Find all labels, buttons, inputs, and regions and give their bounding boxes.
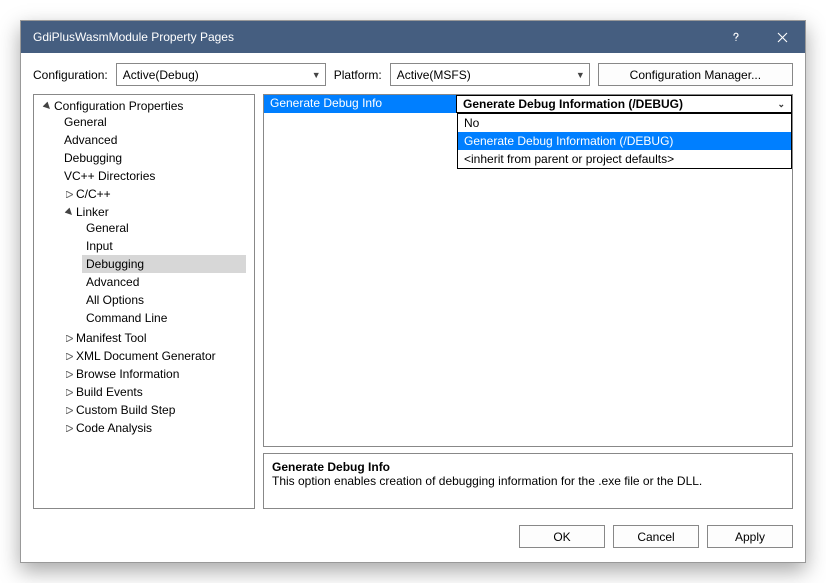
body: Configuration Properties General Advance… <box>21 94 805 517</box>
property-name: Generate Debug Info <box>264 95 456 113</box>
dialog-footer: OK Cancel Apply <box>21 517 805 562</box>
tree-root[interactable]: Configuration Properties General Advance… <box>38 97 254 439</box>
config-row: Configuration: Active(Debug) ▼ Platform:… <box>21 53 805 94</box>
property-pages-window: GdiPlusWasmModule Property Pages Configu… <box>20 20 806 563</box>
cancel-button[interactable]: Cancel <box>613 525 699 548</box>
description-text: This option enables creation of debuggin… <box>272 474 784 488</box>
property-row[interactable]: Generate Debug Info Generate Debug Infor… <box>264 95 792 113</box>
triangle-closed-icon <box>64 349 74 363</box>
configuration-manager-button[interactable]: Configuration Manager... <box>598 63 793 86</box>
property-value-dropdown[interactable]: No Generate Debug Information (/DEBUG) <… <box>457 113 792 169</box>
configuration-combo[interactable]: Active(Debug) ▼ <box>116 63 326 86</box>
nav-tree[interactable]: Configuration Properties General Advance… <box>33 94 255 509</box>
description-title: Generate Debug Info <box>272 460 784 474</box>
tree-item-codeanalysis[interactable]: Code Analysis <box>60 419 250 437</box>
triangle-closed-icon <box>64 385 74 399</box>
tree-item-linker-general[interactable]: General <box>82 219 246 237</box>
platform-value: Active(MSFS) <box>397 68 572 82</box>
property-value: Generate Debug Information (/DEBUG) <box>463 97 683 111</box>
ok-button[interactable]: OK <box>519 525 605 548</box>
chevron-down-icon: ⌄ <box>777 99 785 110</box>
configuration-value: Active(Debug) <box>123 68 308 82</box>
dropdown-option-no[interactable]: No <box>458 114 791 132</box>
triangle-closed-icon <box>64 403 74 417</box>
tree-item-debugging[interactable]: Debugging <box>60 149 250 167</box>
dropdown-option-inherit[interactable]: <inherit from parent or project defaults… <box>458 150 791 168</box>
triangle-closed-icon <box>64 187 74 201</box>
description-panel: Generate Debug Info This option enables … <box>263 453 793 509</box>
tree-item-linker-debugging[interactable]: Debugging <box>82 255 246 273</box>
platform-label: Platform: <box>334 68 382 82</box>
triangle-closed-icon <box>64 421 74 435</box>
dropdown-option-debug[interactable]: Generate Debug Information (/DEBUG) <box>458 132 791 150</box>
help-button[interactable] <box>713 21 759 53</box>
configuration-label: Configuration: <box>33 68 108 82</box>
tree-item-general[interactable]: General <box>60 113 250 131</box>
close-button[interactable] <box>759 21 805 53</box>
tree-item-browseinfo[interactable]: Browse Information <box>60 365 250 383</box>
apply-button[interactable]: Apply <box>707 525 793 548</box>
chevron-down-icon: ▼ <box>312 70 321 80</box>
tree-item-linker-cmdline[interactable]: Command Line <box>82 309 246 327</box>
tree-item-linker-alloptions[interactable]: All Options <box>82 291 246 309</box>
tree-item-xmldoc[interactable]: XML Document Generator <box>60 347 250 365</box>
tree-item-manifest[interactable]: Manifest Tool <box>60 329 250 347</box>
triangle-open-icon <box>42 99 52 113</box>
chevron-down-icon: ▼ <box>576 70 585 80</box>
tree-item-vcdirs[interactable]: VC++ Directories <box>60 167 250 185</box>
property-value-combo[interactable]: Generate Debug Information (/DEBUG) ⌄ <box>456 95 792 113</box>
tree-item-buildevents[interactable]: Build Events <box>60 383 250 401</box>
titlebar: GdiPlusWasmModule Property Pages <box>21 21 805 53</box>
main-panel: Generate Debug Info Generate Debug Infor… <box>263 94 793 509</box>
tree-item-linker[interactable]: Linker General Input Debugging Advanced … <box>60 203 250 329</box>
tree-item-custombuild[interactable]: Custom Build Step <box>60 401 250 419</box>
tree-item-linker-advanced[interactable]: Advanced <box>82 273 246 291</box>
triangle-closed-icon <box>64 331 74 345</box>
window-title: GdiPlusWasmModule Property Pages <box>33 30 713 44</box>
triangle-open-icon <box>64 205 74 219</box>
tree-item-advanced[interactable]: Advanced <box>60 131 250 149</box>
platform-combo[interactable]: Active(MSFS) ▼ <box>390 63 590 86</box>
tree-item-linker-input[interactable]: Input <box>82 237 246 255</box>
property-grid: Generate Debug Info Generate Debug Infor… <box>263 94 793 447</box>
triangle-closed-icon <box>64 367 74 381</box>
tree-item-cpp[interactable]: C/C++ <box>60 185 250 203</box>
